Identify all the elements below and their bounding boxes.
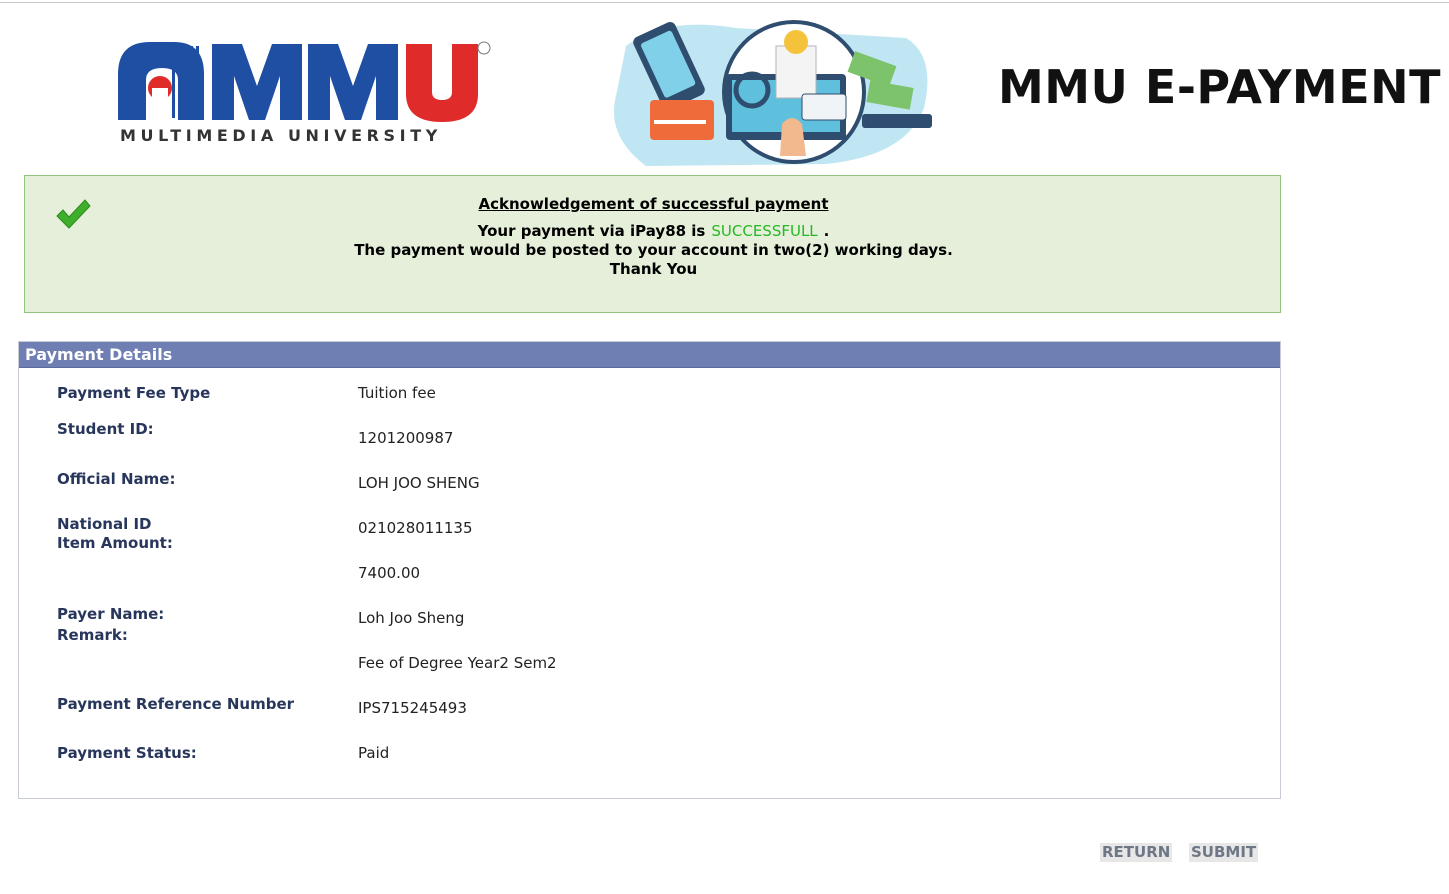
label-remark: Remark: [57,626,128,644]
page-title: MMU E-PAYMENT [998,60,1442,114]
mmu-logo-mark [118,41,491,122]
return-button[interactable]: RETURN [1100,843,1173,862]
value-remark: Fee of Degree Year2 Sem2 [358,654,557,672]
epayment-illustration [614,20,932,167]
logo-subtitle: MULTIMEDIA UNIVERSITY [120,126,442,145]
payment-status-word: SUCCESSFULL [711,222,818,240]
value-reference-number: IPS715245493 [358,699,467,717]
submit-button[interactable]: SUBMIT [1189,843,1259,862]
panel-title: Payment Details [19,342,1280,368]
value-payment-status: Paid [358,744,390,762]
label-payer-name: Payer Name: [57,605,165,623]
notice-message: Acknowledgement of successful payment Yo… [25,195,1282,279]
payment-details-panel: Payment Details Payment Fee Type Tuition… [18,341,1281,799]
value-student-id: 1201200987 [358,429,454,447]
label-official-name: Official Name: [57,470,176,488]
value-item-amount: 7400.00 [358,564,421,582]
notice-line1-prefix: Your payment via iPay88 is [477,222,706,240]
label-payment-status: Payment Status: [57,744,197,762]
value-official-name: LOH JOO SHENG [358,474,480,492]
value-payer-name: Loh Joo Sheng [358,609,465,627]
notice-line1-suffix: . [823,222,830,240]
notice-line2: The payment would be posted to your acco… [354,241,953,259]
value-fee-type: Tuition fee [358,384,436,402]
label-item-amount: Item Amount: [57,534,173,552]
notice-heading: Acknowledgement of successful payment [478,195,829,213]
top-rule [0,2,1449,3]
label-fee-type: Payment Fee Type [57,384,211,402]
success-notice: Acknowledgement of successful payment Yo… [24,175,1281,313]
notice-line3: Thank You [609,260,698,278]
label-national-id: National ID [57,515,152,533]
label-reference-number: Payment Reference Number [57,695,295,713]
label-student-id: Student ID: [57,420,154,438]
value-national-id: 021028011135 [358,519,473,537]
mmu-logo: MULTIMEDIA UNIVERSITY [112,38,497,148]
